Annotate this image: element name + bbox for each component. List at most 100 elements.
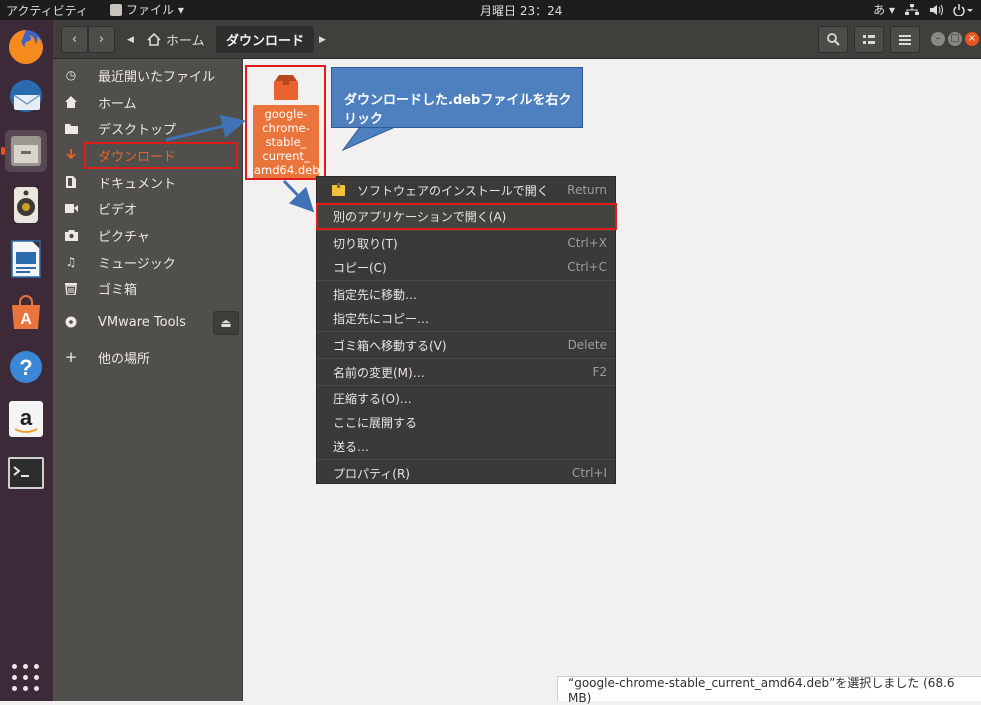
menu-item-send-to[interactable]: 送る… — [317, 434, 615, 458]
sidebar-item-label: ドキュメント — [98, 176, 177, 192]
back-button[interactable]: ‹ — [61, 26, 88, 53]
folder-icon — [63, 120, 79, 136]
firefox-launcher[interactable] — [5, 26, 47, 68]
menu-item-open-software-install[interactable]: ソフトウェアのインストールで開く Return — [317, 178, 615, 202]
menu-item-label: ゴミ箱へ移動する(V) — [333, 338, 447, 353]
sidebar-item-other-locations[interactable]: + 他の場所 — [53, 344, 243, 370]
menu-item-copy[interactable]: コピー(C) Ctrl+C — [317, 255, 615, 279]
menu-item-label: 送る… — [333, 439, 370, 454]
view-toggle-button[interactable] — [854, 26, 884, 53]
sidebar-item-documents[interactable]: ドキュメント — [53, 169, 243, 195]
minimize-icon: – — [935, 33, 941, 44]
sidebar-item-label: ビデオ — [98, 202, 138, 218]
software-center-icon: A — [12, 295, 40, 329]
terminal-icon — [8, 457, 44, 489]
music-icon: ♫ — [65, 255, 77, 269]
menu-item-shortcut: Ctrl+C — [567, 260, 607, 274]
menu-item-cut[interactable]: 切り取り(T) Ctrl+X — [317, 231, 615, 255]
menu-item-copy-to[interactable]: 指定先にコピー… — [317, 306, 615, 330]
menu-item-shortcut: F2 — [592, 365, 607, 379]
menu-highlight-box — [316, 203, 617, 230]
close-icon: × — [967, 33, 977, 44]
menu-item-label: ソフトウェアのインストールで開く — [357, 183, 549, 198]
sidebar-item-music[interactable]: ♫ ミュージック — [53, 249, 243, 275]
camera-icon — [63, 227, 79, 243]
clock[interactable]: 月曜日 23：24 — [480, 2, 562, 19]
system-tray[interactable]: あ ▾ — [873, 1, 973, 18]
close-button[interactable]: × — [965, 32, 979, 46]
show-applications-icon[interactable] — [12, 664, 40, 692]
volume-icon[interactable] — [929, 4, 943, 16]
help-launcher[interactable]: ? — [5, 346, 47, 388]
menu-item-properties[interactable]: プロパティ(R) Ctrl+I — [317, 461, 615, 485]
callout-text: ダウンロードした.debファイルを右クリック — [344, 93, 572, 127]
sidebar-item-pictures[interactable]: ピクチャ — [53, 222, 243, 248]
menu-separator — [317, 280, 615, 281]
input-method-indicator[interactable]: あ ▾ — [873, 1, 895, 18]
breadcrumb-current[interactable]: ダウンロード — [216, 26, 315, 53]
maximize-button[interactable]: □ — [948, 32, 962, 46]
thunderbird-icon — [10, 80, 42, 112]
recent-icon: ◷ — [65, 68, 77, 82]
minimize-button[interactable]: – — [931, 32, 945, 46]
document-icon — [63, 174, 79, 190]
svg-text:a: a — [20, 405, 33, 430]
menu-item-label: 切り取り(T) — [333, 236, 398, 251]
sidebar-item-label: ホーム — [98, 96, 137, 112]
amazon-icon: a — [9, 401, 43, 437]
sidebar-item-videos[interactable]: ビデオ — [53, 195, 243, 221]
svg-text:?: ? — [19, 355, 32, 380]
files-app-icon — [110, 3, 122, 16]
amazon-launcher[interactable]: a — [5, 398, 47, 440]
sidebar-item-trash[interactable]: ゴミ箱 — [53, 275, 243, 301]
menu-item-compress[interactable]: 圧縮する(O)… — [317, 386, 615, 410]
terminal-launcher[interactable] — [5, 452, 47, 494]
speaker-icon — [14, 187, 38, 223]
sidebar-item-label: デスクトップ — [98, 122, 177, 138]
forward-icon: › — [98, 32, 105, 47]
menu-item-label: プロパティ(R) — [333, 466, 410, 481]
maximize-icon: □ — [950, 33, 960, 44]
sidebar-highlight-box — [84, 142, 238, 169]
sidebar-item-desktop[interactable]: デスクトップ — [53, 115, 243, 141]
sidebar-item-home[interactable]: ホーム — [53, 89, 243, 115]
search-button[interactable] — [818, 26, 848, 53]
plus-icon: + — [64, 348, 78, 366]
crumb-scroll-left[interactable]: ◀ — [127, 26, 134, 53]
rhythmbox-launcher[interactable] — [5, 184, 47, 226]
forward-button[interactable]: › — [88, 26, 115, 53]
app-menu[interactable]: ファイル ▾ — [110, 1, 184, 18]
video-icon — [63, 200, 79, 216]
sidebar-item-label: ゴミ箱 — [98, 282, 138, 298]
selection-status: “google-chrome-stable_current_amd64.deb”… — [557, 676, 981, 705]
breadcrumb-home[interactable]: ホーム — [147, 26, 205, 53]
selection-status-text: “google-chrome-stable_current_amd64.deb”… — [568, 675, 955, 705]
sidebar-item-recent[interactable]: ◷ 最近開いたファイル — [53, 62, 243, 88]
sidebar-item-label: 他の場所 — [98, 351, 151, 367]
home-icon — [63, 94, 79, 110]
menu-item-label: コピー(C) — [333, 260, 387, 275]
eject-button[interactable]: ⏏ — [213, 311, 239, 335]
menu-item-shortcut: Ctrl+I — [572, 466, 607, 480]
menu-item-move-to-trash[interactable]: ゴミ箱へ移動する(V) Delete — [317, 333, 615, 357]
activities-button[interactable]: アクティビティ — [6, 2, 88, 19]
network-icon[interactable] — [905, 3, 919, 16]
thunderbird-launcher[interactable] — [5, 76, 47, 118]
sidebar-item-label: ピクチャ — [98, 229, 150, 245]
menu-item-label: 指定先に移動… — [333, 287, 418, 302]
power-icon[interactable] — [953, 3, 973, 16]
menu-item-move-to[interactable]: 指定先に移動… — [317, 282, 615, 306]
menu-item-label: 名前の変更(M)… — [333, 365, 425, 380]
menu-item-extract-here[interactable]: ここに展開する — [317, 410, 615, 434]
help-icon: ? — [10, 351, 42, 383]
crumb-scroll-right[interactable]: ▶ — [319, 26, 326, 53]
menu-item-rename[interactable]: 名前の変更(M)… F2 — [317, 360, 615, 384]
files-icon — [11, 136, 41, 166]
writer-launcher[interactable] — [5, 238, 47, 280]
menu-button[interactable] — [890, 26, 920, 53]
menu-item-label: 指定先にコピー… — [333, 311, 430, 326]
files-launcher[interactable] — [1, 130, 47, 172]
breadcrumb-home-label: ホーム — [166, 34, 205, 49]
software-launcher[interactable]: A — [5, 292, 47, 334]
svg-text:A: A — [20, 311, 32, 328]
